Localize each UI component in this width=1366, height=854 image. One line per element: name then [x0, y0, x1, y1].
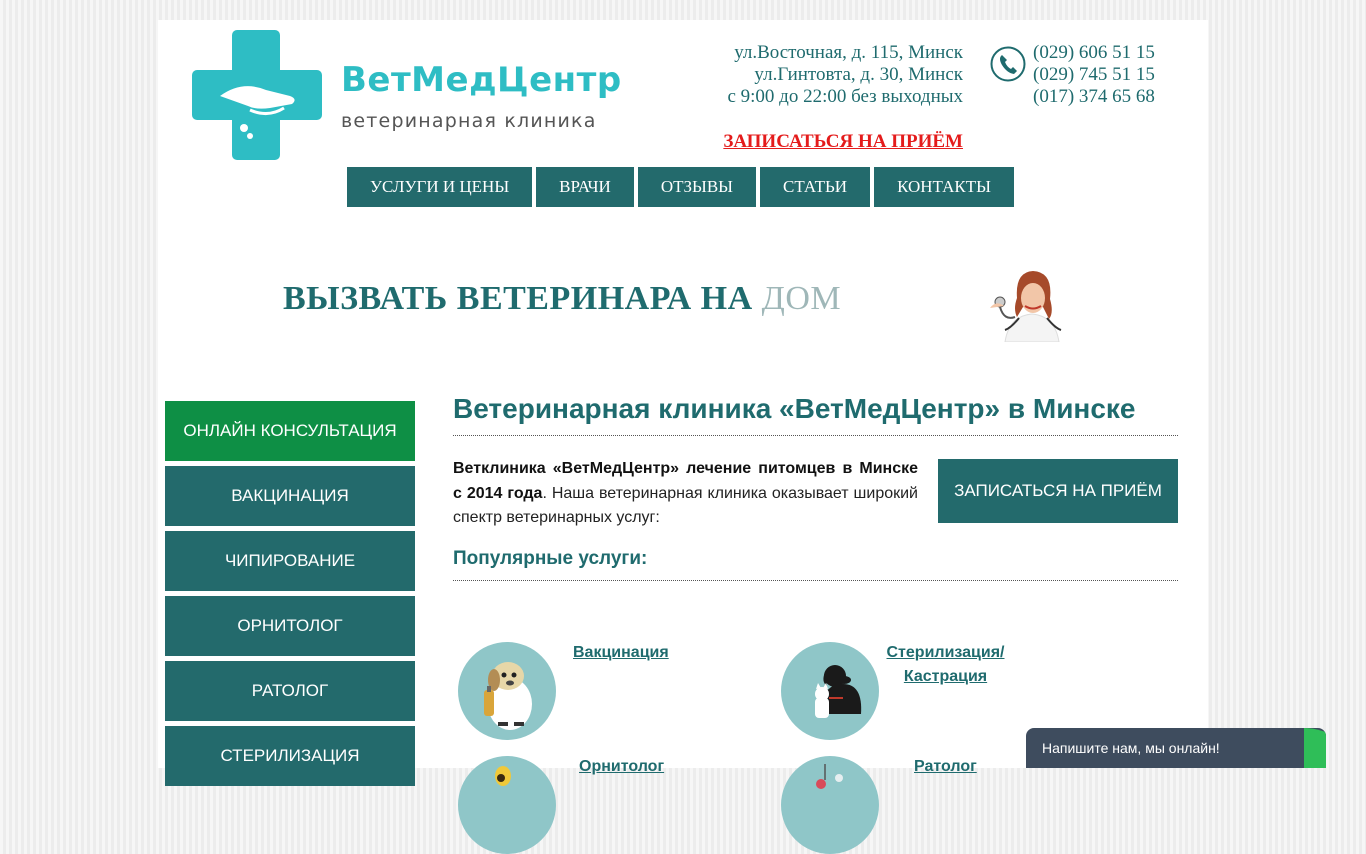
banner-text-main: ВЫЗВАТЬ ВЕТЕРИНАРА НА: [283, 280, 753, 317]
main-content: Ветеринарная клиника «ВетМедЦентр» в Мин…: [453, 393, 1178, 854]
sidebar-item-chipping[interactable]: ЧИПИРОВАНИЕ: [165, 531, 415, 591]
nav-reviews[interactable]: ОТЗЫВЫ: [637, 167, 756, 207]
banner-text: ВЫЗВАТЬ ВЕТЕРИНАРА НА ДОМ: [283, 280, 841, 318]
address-line: ул.Гинтовта, д. 30, Минск: [754, 64, 963, 85]
phone-icon: [990, 46, 1026, 82]
logo-cross-icon: [192, 30, 322, 160]
sidebar-menu: ОНЛАЙН КОНСУЛЬТАЦИЯ ВАКЦИНАЦИЯ ЧИПИРОВАН…: [165, 401, 415, 791]
doctor-image: [990, 271, 1062, 342]
site-logo[interactable]: ВетМедЦентр ветеринарная клиника: [192, 30, 621, 160]
sterilization-pets-icon[interactable]: [781, 642, 879, 740]
chat-widget-text: Напишите нам, мы онлайн!: [1042, 740, 1220, 756]
working-hours: с 9:00 до 22:00 без выходных: [727, 86, 963, 107]
service-link-sterilization-line2: Кастрация: [903, 668, 988, 685]
sidebar-item-sterilization[interactable]: СТЕРИЛИЗАЦИЯ: [165, 726, 415, 786]
popular-services-heading: Популярные услуги:: [453, 548, 1178, 581]
phone-number[interactable]: (017) 374 65 68: [1033, 86, 1155, 108]
sidebar-item-ratologist[interactable]: РАТОЛОГ: [165, 661, 415, 721]
service-link-ratologist[interactable]: Ратолог: [914, 755, 977, 779]
nav-contacts[interactable]: КОНТАКТЫ: [874, 167, 1014, 207]
home-visit-banner[interactable]: ВЫЗВАТЬ ВЕТЕРИНАРА НА ДОМ: [283, 268, 1083, 348]
intro-text: Ветклиника «ВетМедЦентр» лечение питомце…: [453, 457, 918, 531]
banner-text-accent: ДОМ: [761, 280, 842, 317]
nav-doctors[interactable]: ВРАЧИ: [536, 167, 634, 207]
sidebar-item-online-consultation[interactable]: ОНЛАЙН КОНСУЛЬТАЦИЯ: [165, 401, 415, 461]
main-nav: УСЛУГИ И ЦЕНЫ ВРАЧИ ОТЗЫВЫ СТАТЬИ КОНТАК…: [347, 167, 1014, 207]
sidebar-item-ornithologist[interactable]: ОРНИТОЛОГ: [165, 596, 415, 656]
nav-articles[interactable]: СТАТЬИ: [759, 167, 871, 207]
address-block: ул.Восточная, д. 115, Минск ул.Гинтовта,…: [727, 42, 963, 108]
book-appointment-button[interactable]: ЗАПИСАТЬСЯ НА ПРИЁМ: [938, 459, 1178, 523]
book-appointment-link[interactable]: ЗАПИСАТЬСЯ НА ПРИЁМ: [723, 131, 963, 153]
ratologist-rodent-icon[interactable]: [781, 756, 879, 854]
brand-name: ВетМедЦентр: [341, 60, 622, 100]
page-title: Ветеринарная клиника «ВетМедЦентр» в Мин…: [453, 393, 1178, 436]
service-link-ornithologist[interactable]: Орнитолог: [579, 755, 664, 779]
address-line: ул.Восточная, д. 115, Минск: [734, 42, 963, 63]
service-link-sterilization-line1: Стерилизация/: [886, 644, 1005, 661]
phone-number[interactable]: (029) 606 51 15: [1033, 42, 1155, 64]
service-link-vaccination[interactable]: Вакцинация: [573, 641, 669, 665]
chat-badge-icon: [1304, 728, 1326, 768]
phone-number[interactable]: (029) 745 51 15: [1033, 64, 1155, 86]
page-container: ВетМедЦентр ветеринарная клиника ул.Вост…: [158, 20, 1208, 854]
sidebar-item-vaccination[interactable]: ВАКЦИНАЦИЯ: [165, 466, 415, 526]
vaccination-dog-icon[interactable]: [458, 642, 556, 740]
ornithologist-bird-icon[interactable]: [458, 756, 556, 854]
phone-list: (029) 606 51 15 (029) 745 51 15 (017) 37…: [1033, 42, 1155, 108]
nav-services-prices[interactable]: УСЛУГИ И ЦЕНЫ: [347, 167, 533, 207]
service-link-sterilization[interactable]: Стерилизация/ Кастрация: [873, 641, 1018, 689]
online-chat-widget[interactable]: Напишите нам, мы онлайн!: [1026, 728, 1326, 768]
brand-tagline: ветеринарная клиника: [341, 110, 597, 132]
